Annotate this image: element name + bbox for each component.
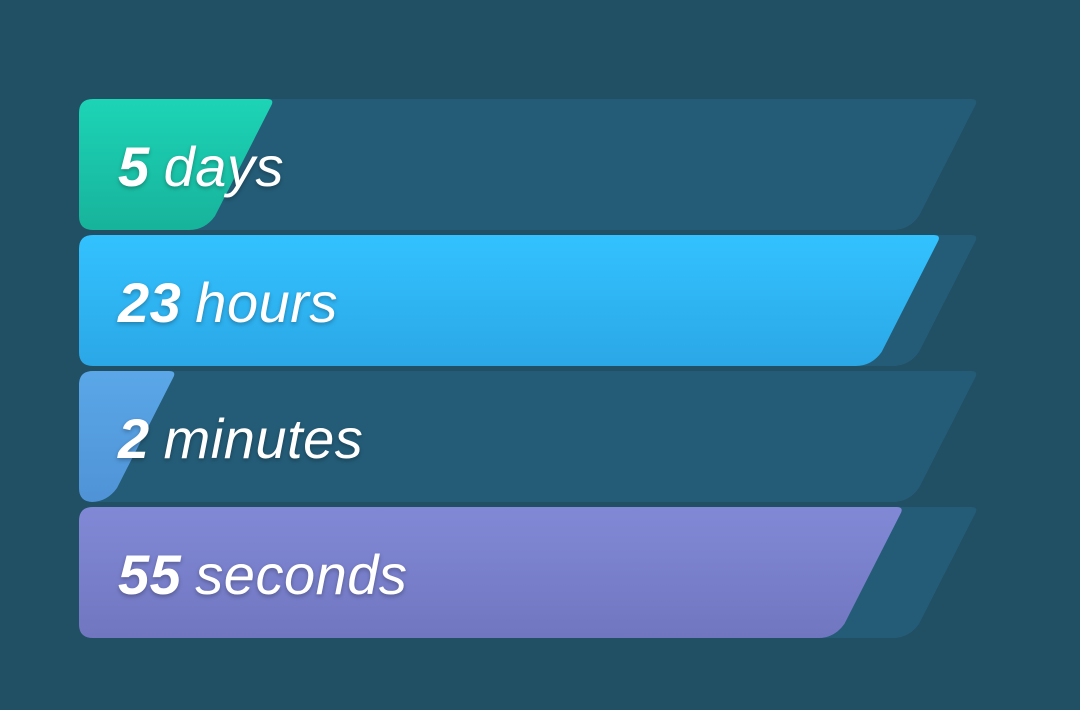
countdown-unit-hours: hours bbox=[195, 271, 338, 334]
countdown-label-seconds: 55 seconds bbox=[118, 507, 407, 638]
countdown-label-hours: 23 hours bbox=[118, 235, 338, 366]
countdown-label-minutes: 2 minutes bbox=[118, 371, 363, 502]
countdown-value-minutes: 2 bbox=[118, 407, 150, 470]
countdown-row-minutes: 2 minutes bbox=[79, 371, 979, 502]
countdown-unit-days: days bbox=[163, 135, 284, 198]
countdown-value-seconds: 55 bbox=[118, 543, 182, 606]
countdown-label-days: 5 days bbox=[118, 99, 284, 230]
countdown-row-days: 5 days bbox=[79, 99, 979, 230]
countdown-row-seconds: 55 seconds bbox=[79, 507, 979, 638]
countdown-widget: 5 days 23 hours 2 minutes 55 seconds bbox=[79, 99, 979, 638]
countdown-row-hours: 23 hours bbox=[79, 235, 979, 366]
countdown-unit-seconds: seconds bbox=[195, 543, 408, 606]
countdown-unit-minutes: minutes bbox=[163, 407, 364, 470]
countdown-value-hours: 23 bbox=[118, 271, 182, 334]
countdown-value-days: 5 bbox=[118, 135, 150, 198]
